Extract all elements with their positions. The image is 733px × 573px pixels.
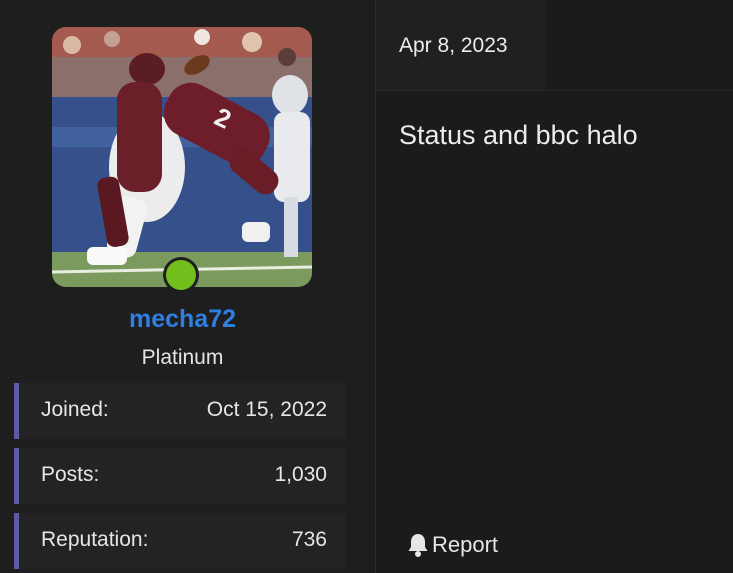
stat-value: 1,030 (274, 463, 327, 486)
message-panel: Apr 8, 2023 Status and bbc halo Report (375, 0, 733, 573)
stat-label: Joined: (41, 398, 109, 421)
forum-post: 2 mecha72 Platinum Joined: Oct 15, 2022 … (0, 0, 733, 573)
report-label: Report (432, 532, 499, 557)
bell-icon (408, 534, 428, 557)
stat-value: Oct 15, 2022 (206, 398, 327, 421)
stat-row-joined: Joined: Oct 15, 2022 (14, 383, 346, 439)
stat-row-reputation: Reputation: 736 (14, 513, 346, 569)
user-panel: 2 mecha72 Platinum Joined: Oct 15, 2022 … (0, 0, 368, 573)
user-avatar[interactable]: 2 (52, 27, 312, 287)
header-divider (376, 90, 733, 91)
username-link[interactable]: mecha72 (0, 305, 365, 334)
avatar-image: 2 (52, 27, 312, 287)
report-button[interactable]: Report (406, 532, 498, 558)
user-title: Platinum (141, 346, 224, 369)
post-date-link[interactable]: Apr 8, 2023 (399, 34, 508, 58)
stat-row-posts: Posts: 1,030 (14, 448, 346, 504)
stat-label: Reputation: (41, 528, 149, 551)
message-body: Status and bbc halo (399, 120, 638, 150)
stat-value: 736 (291, 528, 327, 551)
stat-label: Posts: (41, 463, 100, 486)
online-status-indicator (166, 260, 196, 290)
